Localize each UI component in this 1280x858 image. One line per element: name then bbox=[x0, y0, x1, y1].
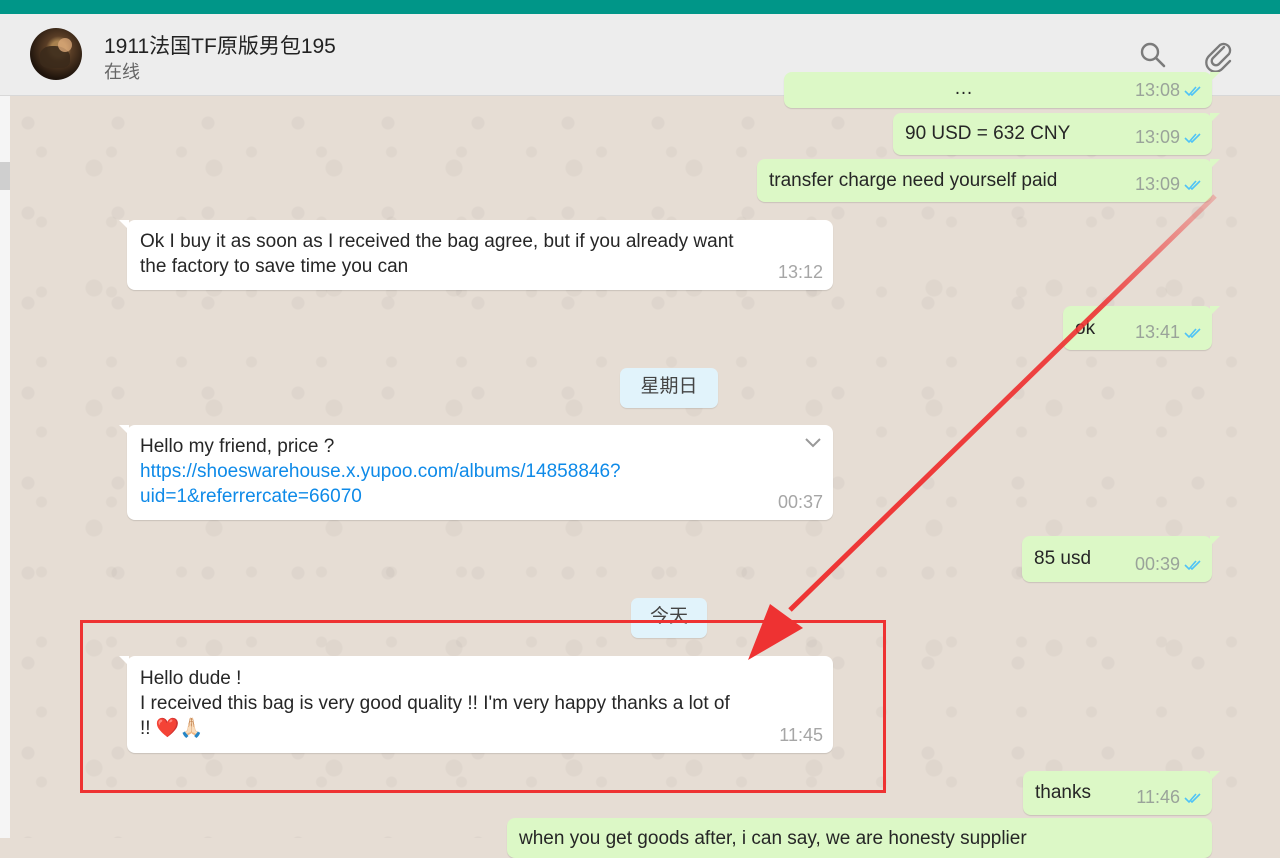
contact-name[interactable]: 1911法国TF原版男包195 bbox=[104, 30, 336, 60]
message-outgoing[interactable]: ok 13:41 bbox=[1063, 306, 1220, 350]
message-text: when you get goods after, i can say, we … bbox=[519, 828, 1027, 849]
message-time: 13:09 bbox=[1134, 127, 1180, 147]
message-outgoing[interactable]: 85 usd 00:39 bbox=[1022, 536, 1220, 582]
message-meta: 13:09 bbox=[1135, 172, 1202, 197]
read-ticks-icon bbox=[1184, 179, 1201, 190]
message-outgoing[interactable]: when you get goods after, i can say, we … bbox=[507, 818, 1212, 858]
message-text: thanks bbox=[1035, 782, 1091, 803]
message-meta: 13:12 bbox=[778, 260, 823, 285]
message-time: 11:46 bbox=[1136, 787, 1180, 807]
day-separator: 星期日 bbox=[620, 368, 718, 408]
message-link[interactable]: https://shoeswarehouse.x.yupoo.com/album… bbox=[140, 459, 621, 484]
message-text: … bbox=[954, 78, 973, 99]
contact-avatar[interactable] bbox=[30, 28, 82, 80]
message-meta: 13:09 bbox=[1135, 125, 1202, 150]
read-ticks-icon bbox=[1184, 327, 1201, 338]
message-meta: 11:46 bbox=[1136, 785, 1202, 810]
message-meta: 13:41 bbox=[1135, 320, 1202, 345]
read-ticks-icon bbox=[1184, 132, 1201, 143]
message-meta: 00:37 bbox=[778, 490, 823, 515]
left-panel-edge bbox=[0, 96, 10, 838]
message-time: 00:39 bbox=[1134, 554, 1180, 574]
message-text: Ok I buy it as soon as I received the ba… bbox=[140, 229, 734, 279]
chevron-down-icon[interactable] bbox=[803, 435, 823, 449]
message-time: 00:37 bbox=[777, 492, 823, 512]
message-time: 13:08 bbox=[1134, 80, 1180, 100]
message-text: 90 USD = 632 CNY bbox=[905, 123, 1071, 144]
message-text: Hello my friend, price ? bbox=[140, 436, 335, 457]
annotation-highlight-box bbox=[80, 620, 886, 793]
message-time: 13:09 bbox=[1134, 174, 1180, 194]
read-ticks-icon bbox=[1184, 559, 1201, 570]
attach-icon[interactable] bbox=[1202, 38, 1236, 73]
message-meta: 13:08 bbox=[1135, 78, 1202, 103]
message-line: Ok I buy it as soon as I received the ba… bbox=[140, 231, 734, 252]
search-icon[interactable] bbox=[1136, 38, 1170, 72]
message-outgoing[interactable]: thanks 11:46 bbox=[1023, 771, 1220, 815]
message-time: 13:12 bbox=[777, 262, 823, 282]
message-body: Hello my friend, price ? https://shoeswa… bbox=[140, 434, 621, 509]
message-outgoing[interactable]: … 13:08 bbox=[784, 72, 1220, 108]
read-ticks-icon bbox=[1184, 792, 1201, 803]
message-link[interactable]: uid=1&referrercate=66070 bbox=[140, 484, 621, 509]
top-accent-bar bbox=[0, 0, 1280, 14]
message-incoming[interactable]: Ok I buy it as soon as I received the ba… bbox=[119, 220, 833, 290]
message-line: the factory to save time you can bbox=[140, 256, 409, 277]
message-meta: 00:39 bbox=[1135, 552, 1202, 577]
message-time: 13:41 bbox=[1134, 322, 1180, 342]
contact-status: 在线 bbox=[104, 62, 140, 82]
message-text: transfer charge need yourself paid bbox=[769, 170, 1058, 191]
message-incoming[interactable]: Hello my friend, price ? https://shoeswa… bbox=[119, 425, 833, 520]
message-text: 85 usd bbox=[1034, 548, 1092, 569]
message-outgoing[interactable]: transfer charge need yourself paid 13:09 bbox=[757, 159, 1220, 202]
message-text: ok bbox=[1075, 318, 1096, 339]
message-outgoing[interactable]: 90 USD = 632 CNY 13:09 bbox=[893, 113, 1220, 155]
read-ticks-icon bbox=[1184, 85, 1201, 96]
